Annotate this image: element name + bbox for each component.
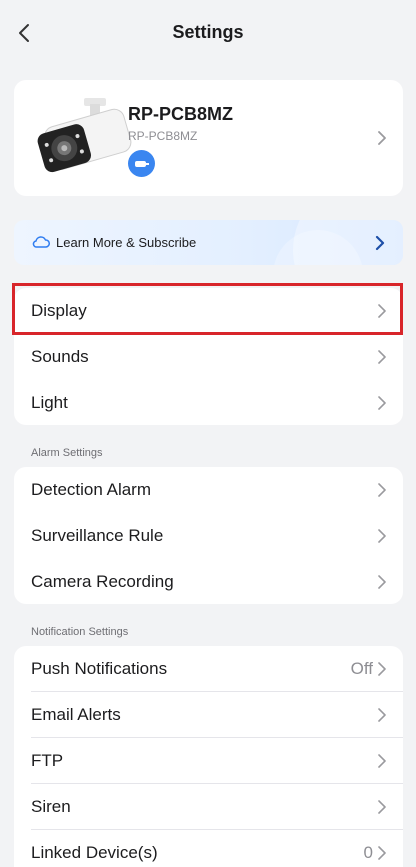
email-alerts-row[interactable]: Email Alerts <box>14 692 403 738</box>
chevron-right-icon <box>378 708 386 722</box>
chevron-right-icon <box>378 350 386 364</box>
camera-recording-label: Camera Recording <box>31 572 174 591</box>
device-model: RP-PCB8MZ <box>128 129 198 143</box>
settings-group-notification: Push Notifications Off Email Alerts FTP … <box>14 646 403 867</box>
chevron-right-icon <box>378 800 386 814</box>
ftp-row[interactable]: FTP <box>14 738 403 784</box>
device-card[interactable] <box>14 80 403 196</box>
push-notifications-label: Push Notifications <box>31 659 168 678</box>
highlight-box <box>12 283 403 335</box>
device-name: RP-PCB8MZ <box>128 104 234 124</box>
detection-alarm-label: Detection Alarm <box>31 480 151 499</box>
linked-devices-label: Linked Device(s) <box>31 843 158 862</box>
light-row[interactable]: Light <box>14 380 403 425</box>
ftp-label: FTP <box>31 751 64 770</box>
camera-image <box>37 98 132 173</box>
chevron-right-icon <box>378 754 386 768</box>
chevron-right-icon <box>378 529 386 543</box>
notification-settings-header: Notification Settings <box>31 626 129 638</box>
surveillance-rule-label: Surveillance Rule <box>31 526 164 545</box>
chevron-right-icon <box>378 131 386 145</box>
sounds-row[interactable]: Sounds <box>14 334 403 380</box>
subscribe-banner[interactable]: Learn More & Subscribe <box>14 220 403 265</box>
push-notifications-value: Off <box>350 659 373 678</box>
device-type-badge <box>128 150 155 177</box>
bullet-camera-icon <box>134 160 149 167</box>
linked-devices-row[interactable]: Linked Device(s) 0 <box>14 830 403 867</box>
chevron-right-icon <box>378 662 386 676</box>
detection-alarm-row[interactable]: Detection Alarm <box>14 467 403 513</box>
alarm-settings-header: Alarm Settings <box>31 447 103 459</box>
chevron-right-icon <box>378 575 386 589</box>
email-alerts-label: Email Alerts <box>31 705 121 724</box>
chevron-right-icon <box>378 846 386 860</box>
push-notifications-row[interactable]: Push Notifications Off <box>14 646 403 692</box>
linked-devices-value: 0 <box>363 843 373 862</box>
header-bar: Settings <box>0 0 416 68</box>
surveillance-rule-row[interactable]: Surveillance Rule <box>14 513 403 559</box>
camera-recording-row[interactable]: Camera Recording <box>14 559 403 604</box>
chevron-right-icon <box>378 483 386 497</box>
sounds-label: Sounds <box>31 347 89 366</box>
subscribe-label: Learn More & Subscribe <box>56 235 197 250</box>
chevron-right-icon <box>378 396 386 410</box>
settings-group-alarm: Detection Alarm Surveillance Rule Camera… <box>14 467 403 604</box>
cloud-icon <box>32 236 50 248</box>
light-label: Light <box>31 393 68 412</box>
siren-row[interactable]: Siren <box>14 784 403 830</box>
page-title: Settings <box>172 22 244 42</box>
chevron-right-icon <box>375 235 385 251</box>
siren-label: Siren <box>31 797 71 816</box>
